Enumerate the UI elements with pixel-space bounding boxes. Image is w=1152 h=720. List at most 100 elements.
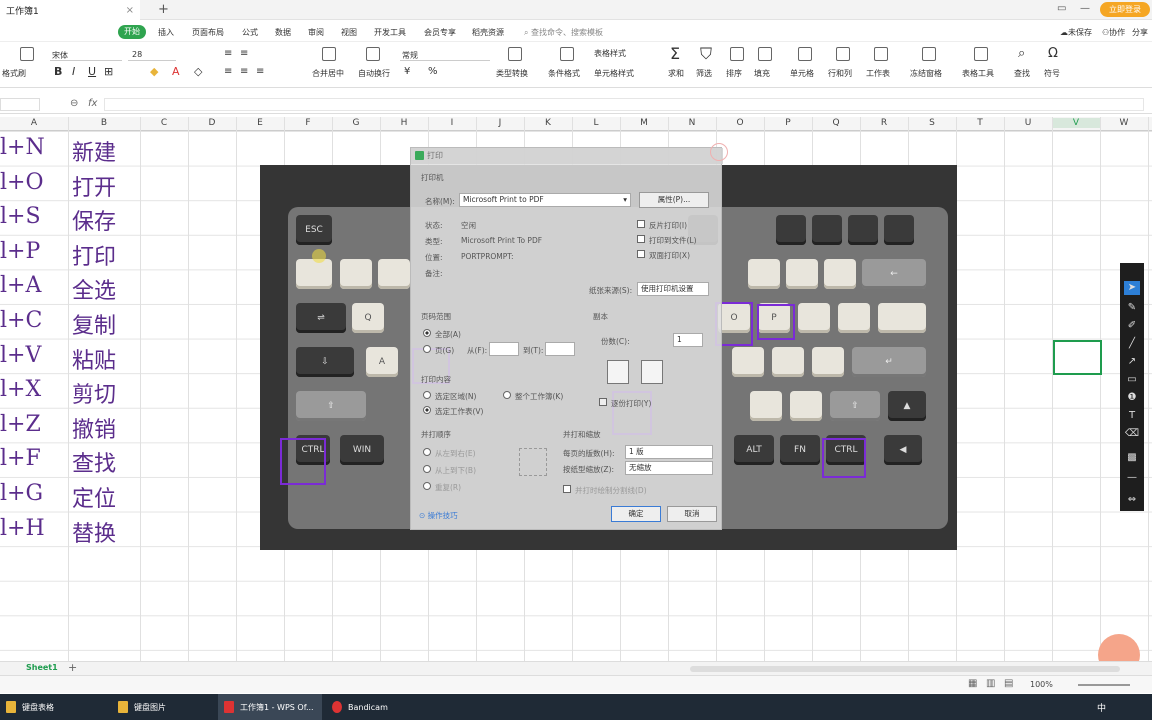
- fill-color-icon[interactable]: ◆: [150, 65, 158, 78]
- expand-tool-icon[interactable]: ⇔: [1124, 493, 1140, 507]
- font-name-select[interactable]: 宋体: [50, 49, 122, 61]
- duplex-checkbox[interactable]: [637, 250, 645, 258]
- cell-shortcut[interactable]: l+Z: [0, 412, 41, 437]
- cell-icon[interactable]: [798, 47, 812, 61]
- column-header-cell[interactable]: F: [284, 118, 332, 128]
- cell-shortcut[interactable]: l+G: [0, 481, 43, 506]
- order-repeat-radio[interactable]: [423, 482, 431, 490]
- collab-button[interactable]: ⚇协作: [1102, 27, 1125, 38]
- cell-action[interactable]: 替换: [72, 516, 116, 548]
- column-header-cell[interactable]: R: [860, 118, 908, 128]
- type-convert-button[interactable]: 类型转换: [496, 68, 528, 79]
- column-header-cell[interactable]: N: [668, 118, 716, 128]
- align-right-icon[interactable]: ≡: [256, 66, 264, 77]
- eraser-tool-icon[interactable]: ⌫: [1124, 427, 1140, 441]
- minimize-icon[interactable]: —: [1080, 3, 1090, 14]
- column-header-cell[interactable]: U: [1004, 118, 1052, 128]
- align-left-icon[interactable]: ≡: [224, 66, 232, 77]
- reverse-print-checkbox[interactable]: [637, 220, 645, 228]
- draw-border-checkbox[interactable]: [563, 485, 571, 493]
- share-button[interactable]: 分享: [1132, 27, 1148, 38]
- cell-button[interactable]: 单元格: [790, 68, 814, 79]
- merge-center-icon[interactable]: [322, 47, 336, 61]
- from-input[interactable]: [489, 342, 519, 356]
- freeze-button[interactable]: 冻结窗格: [910, 68, 942, 79]
- freeze-icon[interactable]: [922, 47, 936, 61]
- properties-button[interactable]: 属性(P)...: [639, 192, 709, 208]
- text-tool-icon[interactable]: T: [1124, 409, 1140, 423]
- align-top-icon[interactable]: ≡: [224, 48, 232, 59]
- login-button[interactable]: 立即登录: [1100, 2, 1150, 17]
- worksheet-icon[interactable]: [874, 47, 888, 61]
- italic-icon[interactable]: I: [72, 65, 75, 78]
- cell-shortcut[interactable]: l+X: [0, 377, 41, 402]
- zoom-formula-icon[interactable]: ⊖: [70, 98, 78, 109]
- pen-tool-icon[interactable]: ✎: [1124, 301, 1140, 315]
- ok-button[interactable]: 确定: [611, 506, 661, 522]
- cell-action[interactable]: 粘贴: [72, 343, 116, 375]
- close-tab-icon[interactable]: ×: [126, 5, 134, 16]
- order-tb-radio[interactable]: [423, 465, 431, 473]
- column-header-cell[interactable]: K: [524, 118, 572, 128]
- marker-tool-icon[interactable]: ✐: [1124, 319, 1140, 333]
- pointer-tool-icon[interactable]: ➤: [1124, 281, 1140, 295]
- format-brush-icon[interactable]: [20, 47, 34, 61]
- underline-icon[interactable]: U: [88, 65, 96, 78]
- zoom-slider[interactable]: [1078, 684, 1130, 686]
- column-header-cell[interactable]: P: [764, 118, 812, 128]
- printer-name-select[interactable]: Microsoft Print to PDF ▾: [459, 193, 631, 207]
- symbol-icon[interactable]: Ω: [1048, 46, 1058, 61]
- cell-action[interactable]: 打开: [72, 170, 116, 202]
- add-sheet-icon[interactable]: +: [68, 661, 77, 674]
- formula-input[interactable]: [104, 98, 1144, 111]
- align-center-icon[interactable]: ≡: [240, 66, 248, 77]
- paper-source-select[interactable]: 使用打印机设置: [637, 282, 709, 296]
- font-size-select[interactable]: 28: [128, 49, 176, 61]
- table-style-button[interactable]: 表格样式: [594, 48, 626, 59]
- cell-shortcut[interactable]: l+P: [0, 239, 40, 264]
- menu-tab-data[interactable]: 数据: [275, 27, 291, 38]
- menu-tab-page-layout[interactable]: 页面布局: [192, 27, 224, 38]
- find-button[interactable]: 查找: [1014, 68, 1030, 79]
- line-tool-icon[interactable]: ╱: [1124, 337, 1140, 351]
- command-search[interactable]: ⌕ 查找命令、搜索模板: [524, 27, 603, 38]
- find-icon[interactable]: ⌕: [1018, 46, 1025, 61]
- column-header-cell[interactable]: A: [0, 118, 68, 128]
- range-pages-radio[interactable]: [423, 345, 431, 353]
- cell-action[interactable]: 复制: [72, 308, 116, 340]
- cond-format-icon[interactable]: [560, 47, 574, 61]
- cell-action[interactable]: 保存: [72, 204, 116, 236]
- range-all-radio[interactable]: [423, 329, 431, 337]
- column-header-cell[interactable]: C: [140, 118, 188, 128]
- column-header-cell[interactable]: B: [68, 118, 140, 128]
- sheet-tab-sheet1[interactable]: Sheet1: [26, 663, 58, 672]
- cell-shortcut[interactable]: l+C: [0, 308, 42, 333]
- column-header-cell[interactable]: G: [332, 118, 380, 128]
- taskbar-item-keyboard-table[interactable]: 键盘表格: [0, 694, 110, 720]
- menu-tab-home[interactable]: 开始: [118, 25, 146, 39]
- tips-link[interactable]: ⊙ 操作技巧: [419, 510, 458, 521]
- taskbar-item-keyboard-image[interactable]: 键盘图片: [112, 694, 216, 720]
- column-header-cell[interactable]: L: [572, 118, 620, 128]
- sum-icon[interactable]: Σ: [670, 44, 680, 63]
- border-icon[interactable]: ⊞: [104, 65, 113, 78]
- merge-center-button[interactable]: 合并居中: [312, 68, 344, 79]
- column-header-cell[interactable]: W: [1100, 118, 1148, 128]
- cell-shortcut[interactable]: l+N: [0, 135, 45, 160]
- menu-tab-member[interactable]: 会员专享: [424, 27, 456, 38]
- cell-shortcut[interactable]: l+O: [0, 170, 44, 195]
- number-format-select[interactable]: 常规: [400, 49, 490, 61]
- whole-book-radio[interactable]: [503, 391, 511, 399]
- table-tools-icon[interactable]: [974, 47, 988, 61]
- print-dialog[interactable]: 打印 打印机 名称(M): Microsoft Print to PDF ▾ 属性…: [410, 147, 723, 530]
- filter-icon[interactable]: ⛉: [700, 44, 712, 64]
- cell-action[interactable]: 撤销: [72, 412, 116, 444]
- number-tool-icon[interactable]: ❶: [1124, 391, 1140, 405]
- cond-format-button[interactable]: 条件格式: [548, 68, 580, 79]
- print-to-file-checkbox[interactable]: [637, 235, 645, 243]
- wrap-text-button[interactable]: 自动换行: [358, 68, 390, 79]
- column-header-cell[interactable]: T: [956, 118, 1004, 128]
- cell-shortcut[interactable]: l+H: [0, 516, 45, 541]
- column-header-cell[interactable]: V: [1052, 118, 1100, 128]
- currency-icon[interactable]: ¥: [404, 66, 410, 77]
